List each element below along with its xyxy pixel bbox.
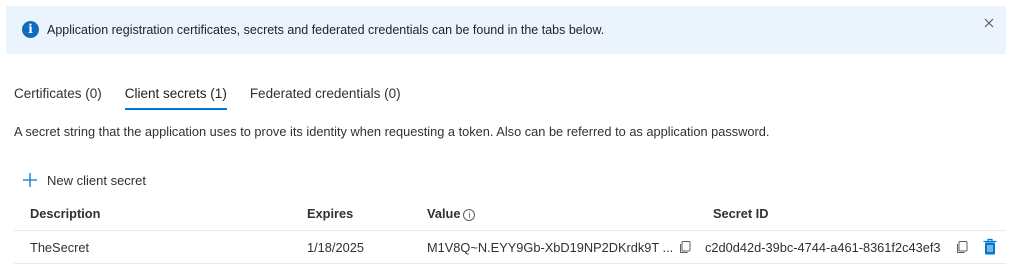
header-expires: Expires xyxy=(307,206,354,221)
info-icon: i xyxy=(22,21,39,38)
header-description: Description xyxy=(30,206,101,221)
cell-secret-id: c2d0d42d-39bc-4744-a461-8361f2c43ef3 xyxy=(705,240,941,255)
tab-client-secrets[interactable]: Client secrets (1) xyxy=(124,84,227,114)
banner-message: Application registration certificates, s… xyxy=(47,23,605,37)
table-row: TheSecret 1/18/2025 M1V8Q~N.EYY9Gb-XbD19… xyxy=(14,231,1006,264)
delete-icon[interactable] xyxy=(982,238,998,256)
cell-description: TheSecret xyxy=(30,240,90,255)
plus-icon xyxy=(23,173,37,187)
header-value-label: Value xyxy=(427,206,461,221)
header-value: Value i xyxy=(427,206,476,221)
header-secret-id: Secret ID xyxy=(713,206,769,221)
copy-secret-id-icon[interactable] xyxy=(955,240,969,254)
tab-description: A secret string that the application use… xyxy=(14,124,770,139)
new-client-secret-button[interactable]: New client secret xyxy=(22,170,146,190)
info-circle-icon[interactable]: i xyxy=(463,209,476,221)
table-header: Description Expires Value i Secret ID xyxy=(14,198,1006,231)
info-banner: i Application registration certificates,… xyxy=(6,6,1006,54)
cell-value: M1V8Q~N.EYY9Gb-XbD19NP2DKrdk9T ... xyxy=(427,240,674,255)
tab-certificates[interactable]: Certificates (0) xyxy=(14,84,102,114)
credential-tabs: Certificates (0) Client secrets (1) Fede… xyxy=(14,84,424,114)
tab-federated-credentials[interactable]: Federated credentials (0) xyxy=(250,84,401,114)
copy-value-icon[interactable] xyxy=(678,240,692,254)
new-client-secret-label: New client secret xyxy=(47,172,146,188)
close-icon[interactable] xyxy=(981,15,997,31)
client-secrets-table: Description Expires Value i Secret ID The… xyxy=(14,198,1006,264)
cell-expires: 1/18/2025 xyxy=(307,240,364,255)
